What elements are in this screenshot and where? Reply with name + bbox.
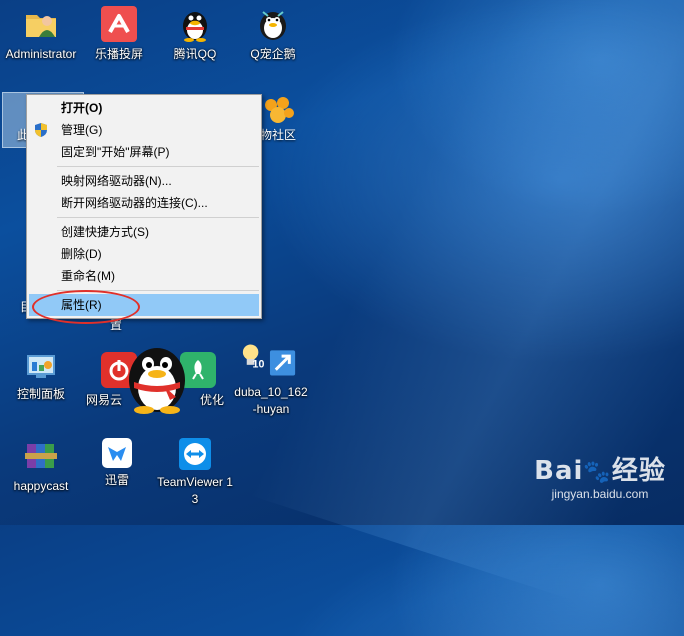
icon-label: 乐播投屏 xyxy=(94,47,143,61)
menu-separator xyxy=(57,217,259,218)
menu-item-pin-start[interactable]: 固定到"开始"屏幕(P) xyxy=(27,141,261,163)
menu-item-create-shortcut[interactable]: 创建快捷方式(S) xyxy=(27,221,261,243)
watermark-url: jingyan.baidu.com xyxy=(551,487,649,501)
menu-item-rename[interactable]: 重命名(M) xyxy=(27,265,261,287)
menu-item-open[interactable]: 打开(O) xyxy=(27,97,261,119)
annotation-circle xyxy=(32,290,140,324)
menu-item-manage[interactable]: 管理(G) xyxy=(27,119,261,141)
desktop-icon-administrator[interactable]: Administrator xyxy=(0,6,82,63)
pet-community-label: 物社区 xyxy=(260,128,297,142)
menu-item-delete[interactable]: 删除(D) xyxy=(27,243,261,265)
icon-label: 控制面板 xyxy=(16,387,65,401)
menu-item-map-network-drive[interactable]: 映射网络驱动器(N)... xyxy=(27,170,261,192)
desktop-icon-happycast[interactable]: happycast xyxy=(0,438,82,495)
winrar-icon xyxy=(23,438,59,474)
icon-label: duba_10_162-huyan xyxy=(234,385,308,416)
lebo-cast-icon xyxy=(101,6,137,42)
duba-installer-icon: 10 xyxy=(239,340,299,380)
desktop-icon-lebo[interactable]: 乐播投屏 xyxy=(78,6,160,63)
xunlei-bird-icon xyxy=(102,438,132,468)
svg-text:10: 10 xyxy=(253,359,265,371)
menu-item-label: 管理(G) xyxy=(61,123,103,137)
watermark-brand: Bai🐾经验 xyxy=(534,456,666,486)
baidu-paw-icon: 🐾 xyxy=(583,460,612,485)
icon-label: TeamViewer 13 xyxy=(157,475,233,506)
teamviewer-icon xyxy=(179,438,211,470)
desktop-icon-control-panel[interactable]: 控制面板 xyxy=(0,352,82,403)
qq-pet-icon xyxy=(255,6,291,42)
icon-label: happycast xyxy=(13,479,69,493)
icon-label: 腾讯QQ xyxy=(173,47,217,61)
menu-item-disconnect-network-drive[interactable]: 断开网络驱动器的连接(C)... xyxy=(27,192,261,214)
desktop-icon-teamviewer[interactable]: TeamViewer 13 xyxy=(154,438,236,508)
qq-pet-penguin-overlay[interactable] xyxy=(122,340,192,419)
icon-label: 迅雷 xyxy=(104,473,129,487)
baidu-jingyan-watermark: Bai🐾经验 jingyan.baidu.com xyxy=(520,450,680,501)
qq-penguin-icon xyxy=(177,6,213,42)
desktop-icon-duba[interactable]: 10 duba_10_162-huyan xyxy=(228,340,310,418)
control-panel-icon xyxy=(26,352,56,382)
desktop-icon-xunlei[interactable]: 迅雷 xyxy=(76,438,158,489)
paw-icon xyxy=(260,92,296,128)
desktop-icon-qpet[interactable]: Q宠企鹅 xyxy=(232,6,314,63)
icon-label: Administrator xyxy=(5,47,77,61)
context-menu: 打开(O) 管理(G) 固定到"开始"屏幕(P) 映射网络驱动器(N)... 断… xyxy=(26,94,262,319)
user-folder-icon xyxy=(23,6,59,42)
icon-label: Q宠企鹅 xyxy=(250,47,296,61)
menu-separator xyxy=(57,166,259,167)
desktop-icon-qq[interactable]: 腾讯QQ xyxy=(154,6,236,63)
